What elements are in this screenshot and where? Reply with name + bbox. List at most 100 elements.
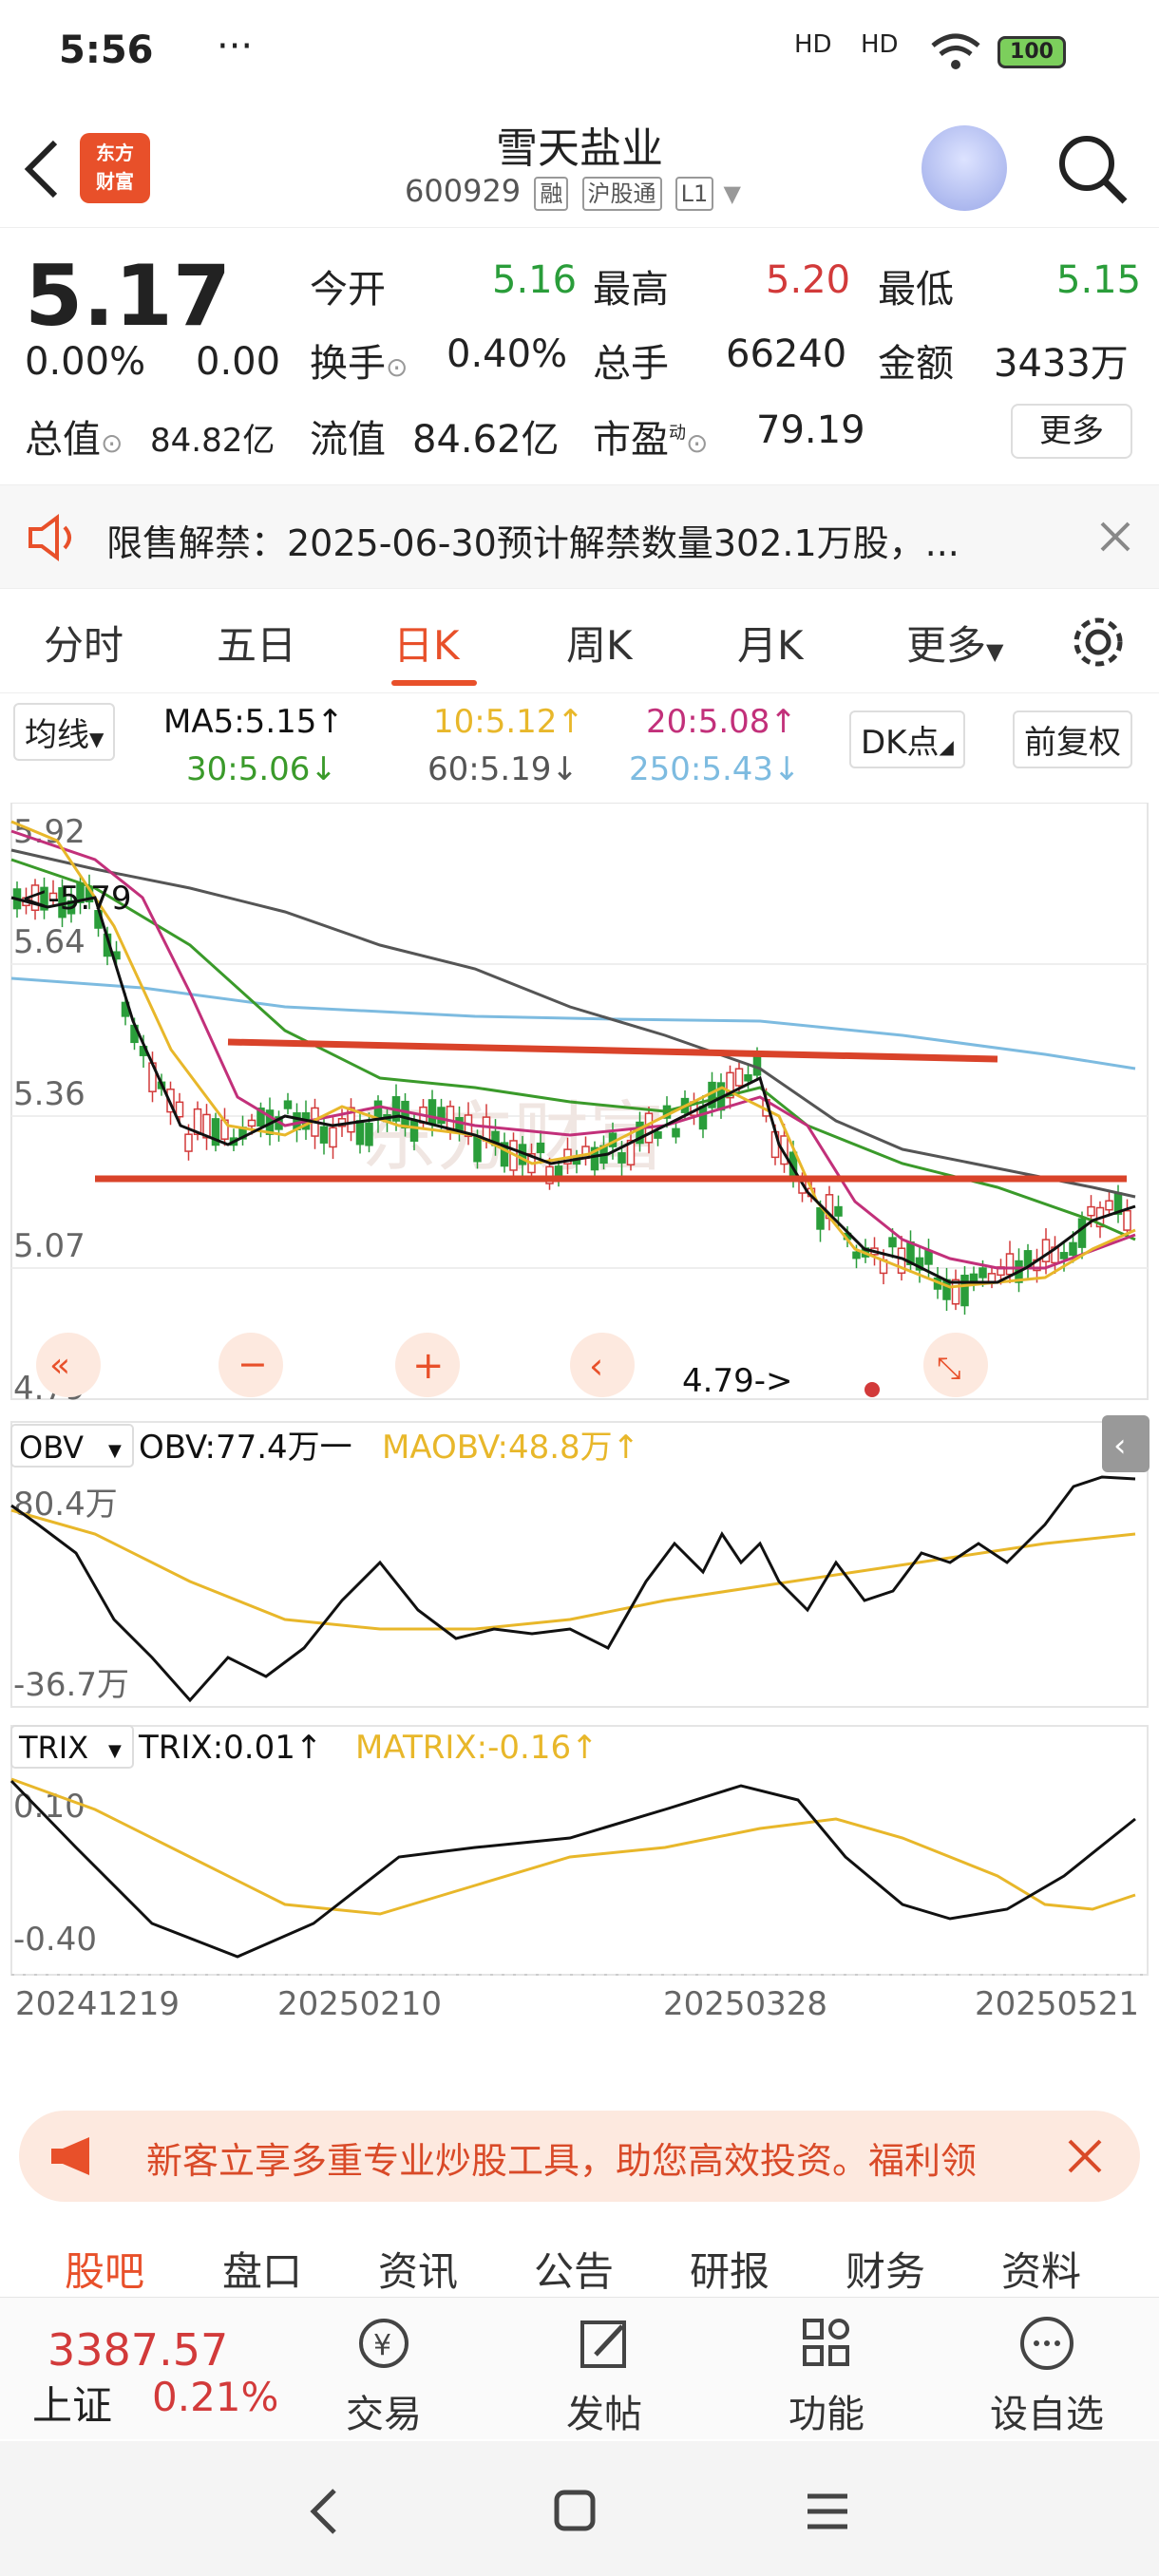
candle-body: [247, 1119, 256, 1127]
tab-daily-k[interactable]: 日K: [393, 614, 460, 672]
candle-body: [1059, 1252, 1069, 1260]
notification-dots: ···: [217, 25, 254, 68]
fullscreen-button[interactable]: ⤡: [923, 1333, 988, 1397]
period-tabs: 分时 五日 日K 周K 月K 更多▼: [0, 589, 1159, 693]
tab-profile[interactable]: 资料: [1001, 2240, 1081, 2298]
maobv-value: MAOBV:48.8万↑: [382, 1429, 639, 1467]
nav-home-icon[interactable]: [551, 2487, 598, 2534]
scroll-left-button[interactable]: ‹: [570, 1333, 635, 1397]
svg-text:¥: ¥: [373, 2329, 391, 2362]
candle-body: [654, 1131, 662, 1139]
candle-body: [329, 1127, 337, 1148]
trix-selector[interactable]: TRIX ▼: [10, 1725, 134, 1769]
promo-banner[interactable]: 新客立享多重专业炒股工具，助您高效投资。福利领: [19, 2111, 1140, 2202]
low-label: 最低: [878, 268, 954, 312]
post-button[interactable]: 发帖: [509, 2313, 699, 2438]
ma20-value: 20:5.08↑: [646, 703, 797, 741]
indicator-selector[interactable]: 均线▼: [13, 703, 116, 761]
tab-more[interactable]: 更多▼: [906, 614, 1003, 672]
high-value: 5.20: [766, 258, 851, 302]
tab-five-day[interactable]: 五日: [217, 614, 296, 672]
candle-body: [1041, 1239, 1051, 1262]
candle-body: [888, 1237, 897, 1248]
stock-code-row: 600929 融 沪股通 L1 ▼: [405, 173, 741, 211]
candle-body: [1123, 1209, 1131, 1231]
assistant-avatar[interactable]: [922, 125, 1007, 211]
candle-body: [428, 1099, 437, 1125]
last-price: 5.17: [25, 247, 232, 345]
stock-code: 600929: [405, 173, 522, 209]
tab-news[interactable]: 资讯: [378, 2240, 458, 2298]
tab-orderbook[interactable]: 盘口: [222, 2240, 302, 2298]
gear-icon[interactable]: [1068, 612, 1129, 672]
date-label: 20250210: [277, 1985, 442, 2023]
kline-chart-area[interactable]: 东方财富 5.92 5.64 5.36 5.07 4.79 <-5.79 4.7…: [0, 802, 1159, 2113]
nav-back-icon[interactable]: [304, 2485, 342, 2538]
margin-tag: 融: [534, 177, 569, 211]
connect-tag: 沪股通: [581, 177, 662, 211]
candle-body: [987, 1273, 997, 1283]
candle-body: [1087, 1205, 1095, 1217]
clock: 5:56: [59, 28, 154, 72]
unlock-notice[interactable]: 限售解禁：2025-06-30预计解禁数量302.1万股，...: [0, 484, 1159, 589]
candle-body: [536, 1142, 545, 1154]
close-icon[interactable]: [1066, 2137, 1104, 2175]
float-value: 84.62亿: [412, 418, 560, 462]
tab-announcements[interactable]: 公告: [534, 2240, 614, 2298]
trix-line: [10, 1779, 1136, 1959]
candle-body: [1069, 1241, 1077, 1257]
nav-menu-icon[interactable]: [804, 2491, 851, 2532]
candle-body: [978, 1267, 987, 1279]
collapse-panel-button[interactable]: ‹: [1102, 1415, 1150, 1472]
svg-text:⤡: ⤡: [937, 1350, 961, 1386]
zoom-in-button[interactable]: +: [395, 1333, 460, 1397]
candle-body: [401, 1100, 409, 1129]
candle-body: [446, 1106, 455, 1131]
turnover-label: 换手⊙: [310, 342, 408, 386]
candle-body: [1005, 1253, 1015, 1276]
dk-point-button[interactable]: DK点◢: [849, 710, 965, 768]
candle-body: [355, 1120, 365, 1146]
candle-body: [618, 1152, 626, 1164]
svg-text:▼: ▼: [108, 1741, 122, 1761]
date-label: 20241219: [15, 1985, 180, 2023]
trade-button[interactable]: ¥ 交易: [289, 2313, 479, 2438]
edit-icon: [580, 2320, 626, 2368]
candle-body: [437, 1107, 446, 1125]
candle-body: [409, 1120, 419, 1142]
tab-financials[interactable]: 财务: [846, 2240, 925, 2298]
trix-tick: -0.40: [13, 1921, 97, 1959]
candle-body: [184, 1133, 193, 1152]
search-icon[interactable]: [1054, 131, 1130, 207]
event-dot[interactable]: [864, 1382, 880, 1397]
close-icon[interactable]: [1098, 520, 1132, 554]
add-watchlist-button[interactable]: 设自选: [952, 2313, 1142, 2438]
candle-body: [852, 1251, 861, 1260]
ma250-value: 250:5.43↓: [629, 750, 801, 788]
kline-chart-svg[interactable]: 东方财富 5.92 5.64 5.36 5.07 4.79 <-5.79 4.7…: [0, 802, 1159, 2113]
tab-intraday[interactable]: 分时: [44, 614, 124, 672]
dropdown-icon[interactable]: ▼: [723, 180, 740, 207]
adjustment-button[interactable]: 前复权: [1013, 710, 1132, 768]
promo-text: 新客立享多重专业炒股工具，助您高效投资。福利领: [146, 2140, 978, 2182]
turnover-value: 0.40%: [446, 332, 568, 376]
ma60-value: 60:5.19↓: [428, 750, 579, 788]
date-label: 20250328: [663, 1985, 827, 2023]
scroll-left-fast-button[interactable]: «: [36, 1333, 101, 1397]
obv-line: [10, 1475, 1136, 1703]
high-label: 最高: [593, 268, 669, 312]
svg-text:«: «: [49, 1346, 70, 1385]
speaker-icon: [28, 514, 71, 561]
ma10-value: 10:5.12↑: [433, 703, 584, 741]
tab-research[interactable]: 研报: [690, 2240, 770, 2298]
index-value[interactable]: 3387.57: [48, 2324, 228, 2376]
obv-selector[interactable]: OBV ▼: [10, 1424, 134, 1468]
functions-button[interactable]: 功能: [732, 2313, 922, 2438]
status-bar: 5:56 ··· HD HD 100: [0, 0, 1159, 104]
more-quote-button[interactable]: 更多: [1011, 404, 1132, 459]
tab-weekly-k[interactable]: 周K: [566, 614, 633, 672]
system-nav-bar: [0, 2441, 1159, 2576]
tab-forum[interactable]: 股吧: [65, 2240, 144, 2298]
tab-monthly-k[interactable]: 月K: [737, 614, 804, 672]
zoom-out-button[interactable]: −: [218, 1333, 283, 1397]
